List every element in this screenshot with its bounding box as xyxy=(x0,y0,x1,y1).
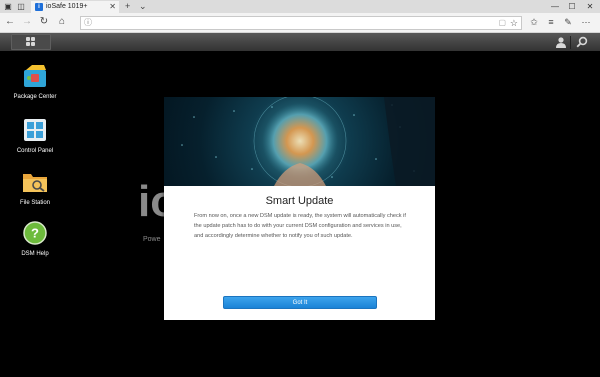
tab-preview-icon[interactable]: ◫ xyxy=(16,2,26,12)
search-icon[interactable] xyxy=(575,36,588,49)
dialog-body-text: From now on, once a new DSM update is re… xyxy=(194,213,406,239)
more-menu-icon[interactable]: ⋯ xyxy=(580,16,592,28)
desktop-icon-label: Package Center xyxy=(13,94,57,100)
desktop-icon-file-station[interactable]: File Station xyxy=(10,170,60,210)
desktop-icon-label: DSM Help xyxy=(21,251,49,257)
site-favicon: i xyxy=(35,3,43,11)
site-info-icon[interactable]: ⓘ xyxy=(84,17,92,29)
desktop-icon-label: File Station xyxy=(19,200,50,206)
tab-close-icon[interactable]: ✕ xyxy=(109,2,116,12)
background-subtitle: Powe xyxy=(143,236,161,243)
reading-view-icon[interactable]: ▢ xyxy=(498,17,506,29)
dsm-help-icon: ? xyxy=(22,221,48,245)
minimize-button[interactable]: — xyxy=(548,1,562,12)
set-tabs-aside-icon[interactable]: ▣ xyxy=(3,2,13,12)
taskbar-divider xyxy=(570,36,571,49)
desktop-icon-control-panel[interactable]: Control Panel xyxy=(10,118,60,158)
control-panel-icon xyxy=(22,118,48,142)
main-menu-button[interactable] xyxy=(11,34,51,50)
svg-text:?: ? xyxy=(31,226,39,241)
favorite-star-icon[interactable]: ☆ xyxy=(510,17,518,29)
desktop-icon-label: Control Panel xyxy=(16,148,54,154)
dsm-taskbar xyxy=(0,33,600,51)
browser-tab[interactable]: i ioSafe 1019+ ✕ xyxy=(31,1,119,13)
back-icon[interactable]: ← xyxy=(4,16,16,28)
forward-icon[interactable]: → xyxy=(21,16,33,28)
new-tab-button[interactable]: + xyxy=(125,1,130,12)
desktop-icon-package-center[interactable]: Package Center xyxy=(10,64,60,110)
favorites-bar-icon[interactable]: ✩ xyxy=(528,16,540,28)
got-it-button[interactable]: Got It xyxy=(223,296,377,309)
close-window-button[interactable]: ✕ xyxy=(583,1,597,12)
dialog-title: Smart Update xyxy=(265,195,334,207)
smart-update-dialog: Smart Update From now on, once a new DSM… xyxy=(164,97,435,320)
tab-menu-icon[interactable]: ⌄ xyxy=(139,1,147,12)
dialog-hero-image xyxy=(164,97,435,186)
desktop-icon-dsm-help[interactable]: ? DSM Help xyxy=(10,221,60,261)
home-icon[interactable]: ⌂ xyxy=(56,16,68,28)
browser-nav-bar: ← → ↻ ⌂ ⓘ ▢ ☆ ✩ ≡ ✎ ⋯ xyxy=(0,13,600,33)
reading-list-icon[interactable]: ≡ xyxy=(545,16,557,28)
maximize-button[interactable]: ☐ xyxy=(565,1,579,12)
app-grid-icon xyxy=(26,37,36,47)
tab-title: ioSafe 1019+ xyxy=(46,3,88,10)
share-icon[interactable]: ✎ xyxy=(562,16,574,28)
address-bar[interactable]: ⓘ ▢ ☆ xyxy=(80,16,522,30)
refresh-icon[interactable]: ↻ xyxy=(38,16,50,28)
file-station-icon xyxy=(22,170,48,194)
browser-tab-bar: ▣ ◫ i ioSafe 1019+ ✕ + ⌄ — ☐ ✕ xyxy=(0,0,600,13)
package-center-icon xyxy=(22,64,48,88)
user-icon[interactable] xyxy=(554,36,567,49)
address-input[interactable] xyxy=(95,17,495,29)
